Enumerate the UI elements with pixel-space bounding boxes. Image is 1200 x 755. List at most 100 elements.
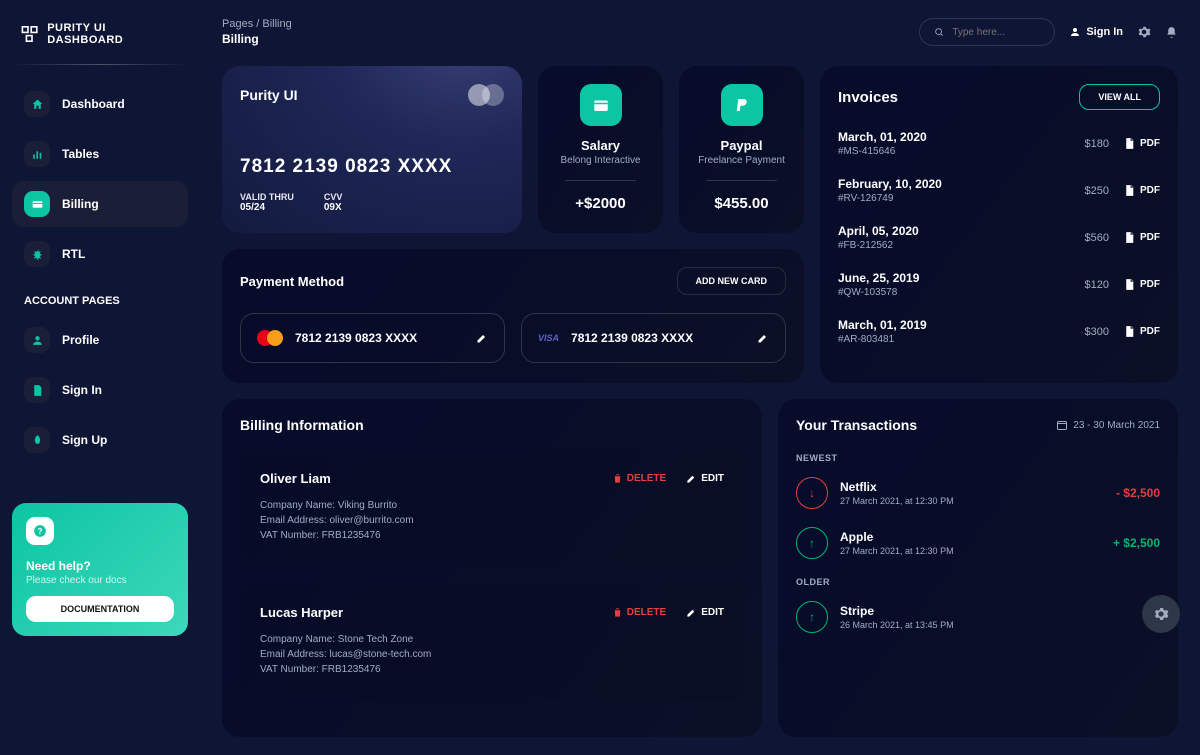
cvv-label: CVV [324,192,343,202]
add-new-card-button[interactable]: ADD NEW CARD [677,267,787,295]
card-number: 7812 2139 0823 XXXX [240,156,504,178]
edit-button[interactable]: EDIT [686,473,724,484]
tx-amount: - $2,500 [1116,486,1160,500]
view-all-button[interactable]: VIEW ALL [1079,84,1160,110]
user-icon [1069,26,1081,38]
nav-label: Sign In [62,383,102,397]
search-field[interactable] [952,27,1040,38]
help-sub: Please check our docs [26,575,174,586]
search-input[interactable] [919,18,1055,46]
invoice-row: June, 25, 2019 #QW-103578 $120 PDF [838,271,1160,298]
card-brand: Purity UI [240,87,298,103]
settings-fab[interactable] [1142,595,1180,633]
payment-title: Payment Method [240,274,344,289]
logo[interactable]: PURITY UI DASHBOARD [12,18,188,64]
mini-sub: Belong Interactive [560,155,640,166]
bell-icon[interactable] [1165,26,1178,39]
delete-button[interactable]: DELETE [612,473,666,484]
user-icon [24,327,50,353]
credit-card: Purity UI 7812 2139 0823 XXXX VALID THRU… [222,66,522,233]
pencil-icon [686,607,697,618]
card-number: 7812 2139 0823 XXXX [295,331,417,345]
billing-item: Lucas Harper DELETE EDIT Company Name: S… [240,585,744,699]
invoice-date: February, 10, 2020 [838,177,942,191]
tx-time: 26 March 2021, at 13:45 PM [840,620,954,630]
transactions-range: 23 - 30 March 2021 [1056,419,1160,431]
payment-card-visa: VISA 7812 2139 0823 XXXX [521,313,786,363]
file-icon [1123,184,1136,197]
nav-dashboard[interactable]: Dashboard [12,81,188,127]
tx-time: 27 March 2021, at 12:30 PM [840,546,954,556]
billing-name: Lucas Harper [260,605,343,620]
invoices-title: Invoices [838,89,898,106]
help-title: Need help? [26,559,174,573]
svg-text:?: ? [38,527,43,536]
nav-signin[interactable]: Sign In [12,367,188,413]
invoice-amount: $180 [1085,138,1109,150]
edit-card-button[interactable] [476,332,488,344]
breadcrumb-path: Pages / Billing [222,18,292,30]
trash-icon [612,607,623,618]
invoice-row: April, 05, 2020 #FB-212562 $560 PDF [838,224,1160,251]
nav-label: Billing [62,197,99,211]
tool-icon [24,241,50,267]
mastercard-icon [257,330,283,346]
nav-label: Profile [62,333,99,347]
gear-icon[interactable] [1137,25,1151,39]
logo-icon [20,24,39,44]
pdf-button[interactable]: PDF [1123,137,1160,150]
file-icon [1123,278,1136,291]
chart-icon [24,141,50,167]
invoice-row: March, 01, 2020 #MS-415646 $180 PDF [838,130,1160,157]
doc-icon [24,377,50,403]
signin-link[interactable]: Sign In [1069,26,1123,38]
pdf-button[interactable]: PDF [1123,325,1160,338]
billing-company: Company Name: Viking Burrito [260,500,724,511]
billing-vat: VAT Number: FRB1235476 [260,664,724,675]
invoice-amount: $250 [1085,185,1109,197]
valid-value: 05/24 [240,202,294,213]
nav-rtl[interactable]: RTL [12,231,188,277]
account-heading: ACCOUNT PAGES [12,281,188,317]
signin-label: Sign In [1086,26,1123,38]
invoice-amount: $300 [1085,326,1109,338]
nav-profile[interactable]: Profile [12,317,188,363]
nav-signup[interactable]: Sign Up [12,417,188,463]
tx-name: Netflix [840,480,954,494]
mini-title: Paypal [721,138,763,153]
mini-sub: Freelance Payment [698,155,785,166]
nav-label: Tables [62,147,99,161]
file-icon [1123,137,1136,150]
delete-button[interactable]: DELETE [612,607,666,618]
help-icon: ? [26,517,54,545]
billing-vat: VAT Number: FRB1235476 [260,530,724,541]
pdf-button[interactable]: PDF [1123,184,1160,197]
nav-label: Sign Up [62,433,107,447]
invoice-date: April, 05, 2020 [838,224,919,238]
pdf-button[interactable]: PDF [1123,231,1160,244]
cvv-value: 09X [324,202,343,213]
nav-label: Dashboard [62,97,125,111]
edit-button[interactable]: EDIT [686,607,724,618]
edit-card-button[interactable] [757,332,769,344]
invoice-row: March, 01, 2019 #AR-803481 $300 PDF [838,318,1160,345]
billing-info-card: Billing Information Oliver Liam DELETE E… [222,399,762,737]
pdf-button[interactable]: PDF [1123,278,1160,291]
nav-label: RTL [62,247,85,261]
mini-amount: $455.00 [714,195,768,212]
invoice-id: #MS-415646 [838,146,927,157]
billing-item: Oliver Liam DELETE EDIT Company Name: Vi… [240,451,744,565]
nav-billing[interactable]: Billing [12,181,188,227]
invoice-id: #AR-803481 [838,334,927,345]
mini-amount: +$2000 [575,195,625,212]
tx-section-newest: NEWEST [796,453,1160,463]
transactions-card: Your Transactions 23 - 30 March 2021 NEW… [778,399,1178,737]
card-number: 7812 2139 0823 XXXX [571,331,693,345]
nav-tables[interactable]: Tables [12,131,188,177]
payment-method-card: Payment Method ADD NEW CARD 7812 2139 08… [222,249,804,383]
documentation-button[interactable]: DOCUMENTATION [26,596,174,622]
file-icon [1123,325,1136,338]
tx-name: Stripe [840,604,954,618]
arrow-up-icon: ↑ [796,527,828,559]
transaction-row: ↑ Apple 27 March 2021, at 12:30 PM + $2,… [796,527,1160,559]
